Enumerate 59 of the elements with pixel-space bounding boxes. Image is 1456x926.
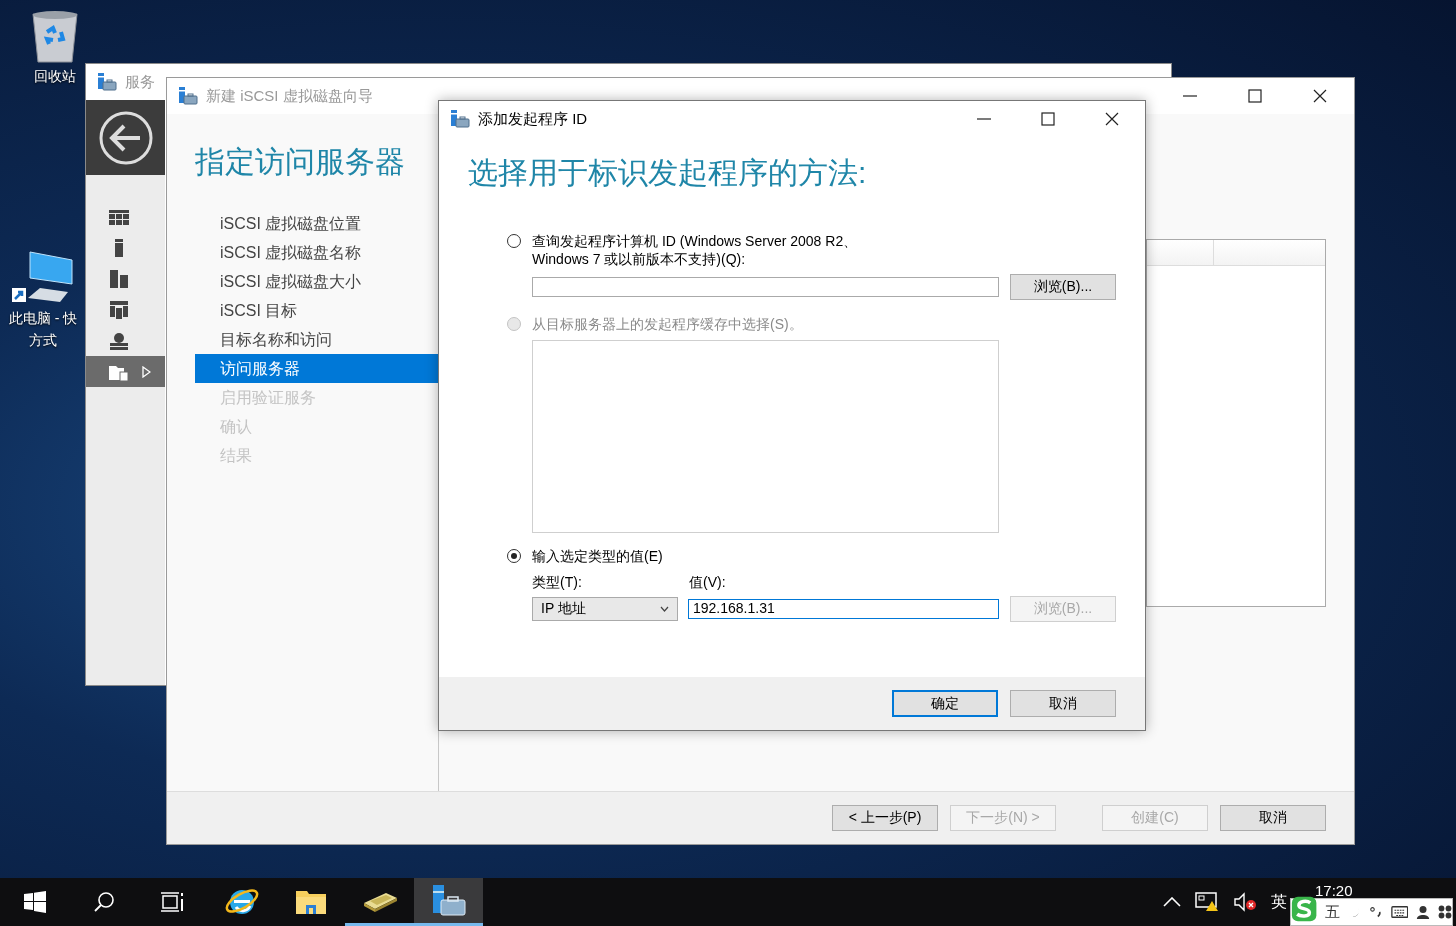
desktop-icon-label: 此电脑 - 快	[8, 309, 78, 328]
chevron-up-icon[interactable]	[1163, 897, 1181, 907]
wizard-step[interactable]: iSCSI 虚拟磁盘大小	[195, 267, 438, 296]
field-label: 类型(T):	[532, 573, 583, 591]
window-title: 新建 iSCSI 虚拟磁盘向导	[206, 86, 373, 106]
server-manager-icon	[97, 73, 117, 91]
nav-item[interactable]	[86, 356, 165, 387]
maximize-icon[interactable]	[1041, 112, 1055, 126]
nav-icon[interactable]	[108, 300, 130, 319]
wizard-button[interactable]: < 上一步(P)	[832, 805, 938, 831]
server-manager-icon[interactable]	[430, 884, 467, 917]
close-icon[interactable]	[1313, 89, 1327, 103]
dialog-icon	[450, 110, 470, 128]
search-icon[interactable]	[92, 891, 115, 913]
option-label: 输入选定类型的值(E)	[532, 547, 663, 565]
wizard-step[interactable]: 目标名称和访问	[195, 325, 438, 354]
wizard-step[interactable]: iSCSI 虚拟磁盘名称	[195, 238, 438, 267]
clover-icon[interactable]	[1438, 904, 1452, 920]
option-label: 从目标服务器上的发起程序缓存中选择(S)。	[532, 315, 803, 333]
network-warning-icon[interactable]	[1195, 892, 1219, 912]
wizard-step[interactable]: 访问服务器	[195, 354, 438, 383]
browse-button[interactable]: 浏览(B)...	[1010, 274, 1116, 300]
dialog-button[interactable]: 确定	[892, 690, 998, 717]
dialog-button[interactable]: 取消	[1010, 690, 1116, 717]
wizard-step[interactable]: iSCSI 目标	[195, 296, 438, 325]
option-label: 查询发起程序计算机 ID (Windows Server 2008 R2、 Windows 7 或以前版本不支持)(Q):	[532, 232, 858, 268]
dialog-title: 添加发起程序 ID	[478, 109, 588, 129]
keyboard-icon[interactable]	[1390, 905, 1408, 919]
maximize-icon[interactable]	[1248, 89, 1262, 103]
ime-logo-icon[interactable]	[1291, 894, 1318, 924]
nav-icon[interactable]	[108, 331, 130, 350]
taskbar-item[interactable]	[414, 878, 483, 926]
ime-mode[interactable]: 五	[1325, 902, 1341, 922]
nav-icon[interactable]	[108, 207, 130, 226]
wizard-button[interactable]: 取消	[1220, 805, 1326, 831]
folder-icon[interactable]	[294, 888, 327, 916]
task-view-icon[interactable]	[160, 892, 185, 912]
clock[interactable]: 17:20	[1315, 882, 1448, 899]
dialog-heading: 选择用于标识发起程序的方法:	[467, 155, 868, 191]
person-icon[interactable]	[1416, 904, 1430, 920]
desktop-icon-label: 方式	[29, 331, 57, 350]
volume-muted-icon[interactable]	[1233, 892, 1257, 912]
server-manager-icon	[178, 87, 198, 105]
wizard-step[interactable]: iSCSI 虚拟磁盘位置	[195, 209, 438, 238]
field-label: 值(V):	[689, 573, 726, 591]
close-icon[interactable]	[1105, 112, 1119, 126]
radio-button[interactable]	[507, 234, 521, 248]
nav-icon[interactable]	[108, 269, 130, 288]
windows-start-icon[interactable]	[23, 891, 46, 913]
window-title: 服务	[125, 72, 155, 92]
value-field[interactable]: 192.168.1.31	[688, 599, 999, 619]
input-language[interactable]: 英	[1271, 891, 1287, 913]
radio-button[interactable]	[507, 549, 521, 563]
page-heading: 指定访问服务器	[194, 144, 406, 180]
punctuation-icon[interactable]	[1368, 905, 1383, 919]
desktop-icon-label: 回收站	[34, 67, 76, 86]
expand-arrow-icon[interactable]	[142, 365, 151, 378]
computer-id-field[interactable]	[532, 277, 999, 297]
type-dropdown[interactable]: IP 地址	[532, 597, 678, 621]
